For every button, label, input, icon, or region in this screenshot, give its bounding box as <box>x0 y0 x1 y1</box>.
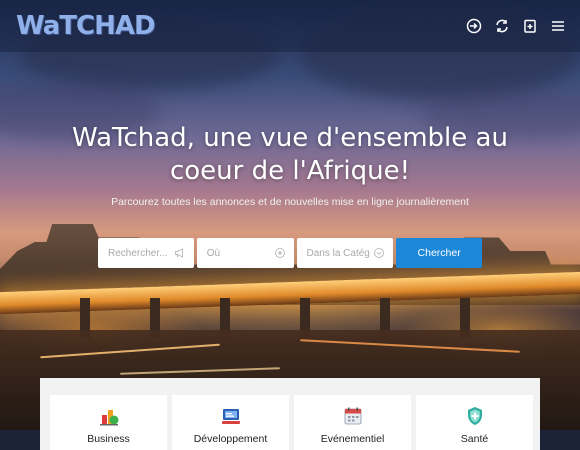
hero-subtitle: Parcourez toutes les annonces et de nouv… <box>111 196 469 208</box>
keyword-search-input[interactable]: Rechercher... <box>98 238 194 268</box>
development-icon <box>221 409 240 424</box>
calendar-icon <box>344 407 361 425</box>
category-list: Business Développement Evénementiel Sant… <box>50 395 533 450</box>
site-logo[interactable]: WaTCHAD <box>16 11 156 41</box>
health-shield-icon <box>467 407 482 425</box>
category-card-events[interactable]: Evénementiel <box>294 395 411 450</box>
chevron-down-icon <box>374 248 385 258</box>
category-label: Santé <box>460 433 489 445</box>
category-placeholder: Dans la Catég <box>306 247 370 259</box>
hero-title: WaTchad, une vue d'ensemble au coeur de … <box>0 122 580 188</box>
category-card-development[interactable]: Développement <box>172 395 289 450</box>
category-card-business[interactable]: Business <box>50 395 167 450</box>
category-label: Business <box>87 433 130 445</box>
keyword-placeholder: Rechercher... <box>108 247 168 259</box>
business-icon <box>99 410 118 426</box>
search-form: Rechercher... Où Dans la Catég Chercher <box>98 238 482 268</box>
category-card-health[interactable]: Santé <box>416 395 533 450</box>
location-placeholder: Où <box>206 247 221 259</box>
menu-icon[interactable] <box>550 18 566 34</box>
hero-background <box>0 0 580 430</box>
category-label: Evénementiel <box>320 433 385 445</box>
top-navigation-bar: WaTCHAD <box>0 0 580 52</box>
location-input[interactable]: Où <box>196 238 294 268</box>
search-button[interactable]: Chercher <box>396 238 482 268</box>
category-select[interactable]: Dans la Catég <box>296 238 394 268</box>
hero-title-line1: WaTchad, une vue d'ensemble au <box>72 123 508 153</box>
refresh-icon[interactable] <box>494 18 510 34</box>
megaphone-icon <box>174 248 183 258</box>
add-listing-icon[interactable] <box>522 18 538 34</box>
sign-in-icon[interactable] <box>466 18 482 34</box>
hero-title-line2: coeur de l'Afrique! <box>169 156 411 186</box>
category-label: Développement <box>193 433 268 445</box>
locate-icon <box>274 248 285 258</box>
